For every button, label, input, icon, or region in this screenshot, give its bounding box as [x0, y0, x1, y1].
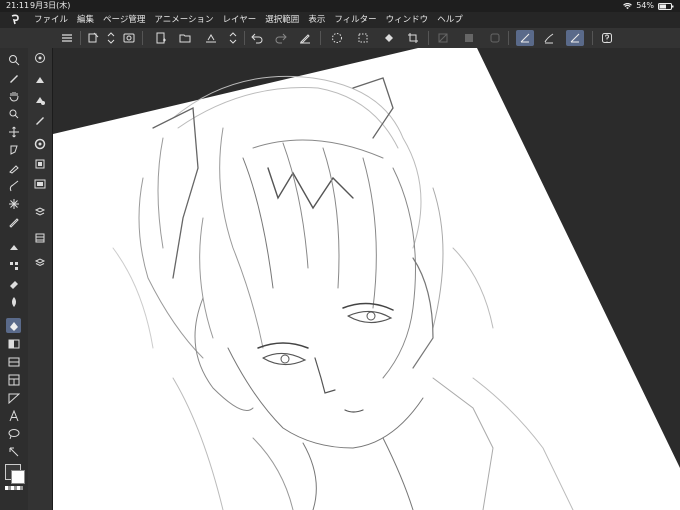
battery-percent: 54% [636, 1, 654, 10]
move-icon[interactable] [6, 106, 21, 121]
snap-curve-icon[interactable] [566, 30, 584, 46]
pen-icon[interactable] [6, 70, 21, 85]
menu-view[interactable]: 表示 [308, 12, 325, 28]
toolbar-divider [320, 31, 321, 45]
move-icon[interactable] [6, 124, 21, 139]
correct-line-icon[interactable] [6, 444, 21, 459]
clip-studio-logo-icon[interactable] [8, 12, 22, 28]
navigator-icon[interactable] [32, 50, 48, 66]
layer-icon[interactable] [32, 204, 48, 220]
text-icon[interactable] [6, 408, 21, 423]
tool-palette [0, 48, 29, 510]
canvas-area[interactable] [53, 48, 680, 510]
hide-icon[interactable] [436, 31, 450, 45]
pen-clear-icon[interactable] [298, 31, 312, 45]
new-file-icon[interactable] [86, 31, 100, 45]
snap-ruler-icon[interactable] [516, 30, 534, 46]
paper [53, 48, 680, 510]
eraser-icon[interactable] [6, 258, 21, 273]
menu-window[interactable]: ウィンドウ [386, 12, 429, 28]
export-icon[interactable] [204, 31, 218, 45]
toolbar-divider [592, 31, 593, 45]
ruler-icon[interactable] [6, 390, 21, 405]
hide-icon[interactable] [488, 31, 502, 45]
help-icon[interactable] [600, 31, 614, 45]
menu-bar: ファイル 編集 ページ管理 アニメーション レイヤー 選択範囲 表示 フィルター… [0, 12, 680, 29]
undo-icon[interactable] [250, 31, 264, 45]
material-icon[interactable] [32, 156, 48, 172]
toolbar-divider [244, 31, 245, 45]
battery-icon [658, 2, 674, 10]
pen-settings-icon[interactable] [32, 112, 48, 128]
menu-page-management[interactable]: ページ管理 [103, 12, 145, 28]
eraser-icon[interactable] [6, 276, 21, 291]
history-icon[interactable] [32, 176, 48, 192]
command-bar [0, 28, 680, 49]
gradient-icon[interactable] [6, 336, 21, 351]
menu-animation[interactable]: アニメーション [154, 12, 213, 28]
fill-icon[interactable] [6, 240, 21, 255]
snap-brush-icon[interactable] [542, 31, 556, 45]
hide-icon[interactable] [462, 31, 476, 45]
blend-icon[interactable] [6, 294, 21, 309]
menu-file[interactable]: ファイル [34, 12, 68, 28]
fill-icon[interactable] [6, 318, 21, 333]
menu-edit[interactable]: 編集 [77, 12, 94, 28]
palette-bar [28, 48, 53, 510]
sub-color-swatch[interactable] [11, 470, 25, 484]
toolbar-divider [142, 31, 143, 45]
menu-filter[interactable]: フィルター [334, 12, 376, 28]
stepper-icon[interactable] [104, 31, 118, 45]
layer-icon[interactable] [32, 230, 48, 246]
status-right: 54% [623, 0, 674, 12]
settings-icon[interactable] [122, 31, 136, 45]
lasso-icon[interactable] [6, 142, 21, 157]
menu-layer[interactable]: レイヤー [223, 12, 257, 28]
crop-icon[interactable] [406, 31, 420, 45]
menu-help[interactable]: ヘルプ [437, 12, 463, 28]
brush-size-icon[interactable] [32, 72, 48, 88]
fill-icon[interactable] [382, 31, 396, 45]
transform-icon[interactable] [356, 31, 370, 45]
menu-selection[interactable]: 選択範囲 [265, 12, 299, 28]
marquee-icon[interactable] [330, 31, 344, 45]
toolbar-divider [508, 31, 509, 45]
decorate-icon[interactable] [6, 214, 21, 229]
balloon-icon[interactable] [6, 426, 21, 441]
folder-icon[interactable] [178, 31, 192, 45]
wifi-icon [623, 2, 633, 9]
color-icon[interactable] [32, 92, 48, 108]
stepper-icon[interactable] [226, 31, 240, 45]
toolbar-divider [80, 31, 81, 45]
brush-icon[interactable] [6, 178, 21, 193]
transparent-color-swatch[interactable] [5, 486, 23, 490]
figure-icon[interactable] [6, 354, 21, 369]
airbrush-icon[interactable] [6, 196, 21, 211]
menu-icon[interactable] [60, 31, 74, 45]
frame-icon[interactable] [6, 372, 21, 387]
layers-icon[interactable] [32, 254, 48, 270]
canvas-page[interactable] [53, 48, 680, 510]
status-time: 21:11 [6, 1, 30, 10]
color-wheel-icon[interactable] [32, 136, 48, 152]
hand-icon[interactable] [6, 88, 21, 103]
pencil-icon[interactable] [6, 160, 21, 175]
status-date: 9月3日(木) [30, 1, 71, 10]
toolbar-divider [428, 31, 429, 45]
zoom-icon[interactable] [6, 52, 21, 67]
ios-status-bar: 21:11 9月3日(木) 54% [0, 0, 680, 12]
new-layer-icon[interactable] [154, 31, 168, 45]
redo-icon[interactable] [274, 31, 288, 45]
